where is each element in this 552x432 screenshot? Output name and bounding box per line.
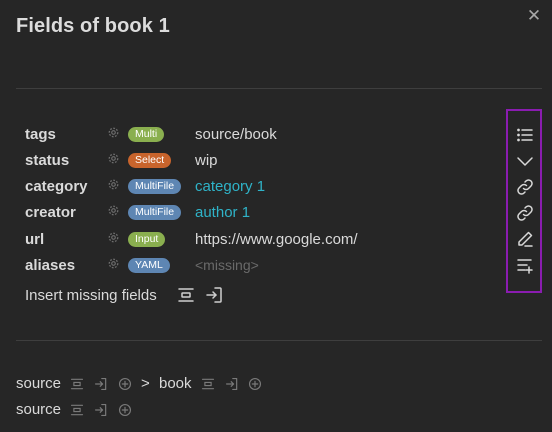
gear-icon[interactable] (107, 126, 120, 139)
field-type-badge: Multi (128, 127, 165, 142)
field-row-status: status Select wip (25, 150, 495, 172)
insert-sign-in-icon[interactable] (225, 377, 239, 391)
field-value-missing: <missing> (195, 257, 259, 273)
field-name: creator (25, 204, 76, 221)
field-row-aliases: aliases YAML <missing> (25, 255, 495, 277)
field-value[interactable]: https://www.google.com/ (195, 231, 358, 248)
pencil-icon[interactable] (516, 230, 534, 248)
field-type-badge: MultiFile (128, 205, 182, 220)
divider (16, 340, 542, 341)
field-type-badge: YAML (128, 258, 170, 273)
insert-missing-label: Insert missing fields (25, 287, 157, 304)
field-row-category: category MultiFile category 1 (25, 176, 495, 198)
field-value-link[interactable]: author 1 (195, 204, 250, 221)
breadcrumb-item[interactable]: book (159, 375, 192, 392)
insert-sign-in-icon[interactable] (94, 377, 108, 391)
field-name: status (25, 152, 70, 169)
link-icon[interactable] (516, 204, 534, 222)
breadcrumb: source (16, 401, 436, 421)
divider (16, 88, 542, 89)
insert-inline-icon[interactable] (177, 286, 195, 304)
breadcrumb-item[interactable]: source (16, 401, 61, 418)
insert-inline-icon[interactable] (70, 403, 84, 417)
field-value-link[interactable]: category 1 (195, 178, 265, 195)
gear-icon[interactable] (107, 204, 120, 217)
field-row-url: url Input https://www.google.com/ (25, 229, 495, 251)
field-name: tags (25, 126, 56, 143)
modal-title: Fields of book 1 (16, 15, 170, 37)
add-circle-icon[interactable] (248, 377, 262, 391)
field-type-badge: Select (128, 153, 172, 168)
add-circle-icon[interactable] (118, 403, 132, 417)
field-type-badge: MultiFile (128, 179, 182, 194)
field-value[interactable]: wip (195, 152, 218, 169)
chevron-down-icon[interactable] (516, 152, 534, 170)
field-name: url (25, 231, 45, 248)
gear-icon[interactable] (107, 178, 120, 191)
insert-sign-in-icon[interactable] (94, 403, 108, 417)
list-add-icon[interactable] (516, 256, 534, 274)
insert-sign-in-icon[interactable] (205, 286, 223, 304)
gear-icon[interactable] (107, 257, 120, 270)
gear-icon[interactable] (107, 152, 120, 165)
field-row-creator: creator MultiFile author 1 (25, 202, 495, 224)
close-icon[interactable]: ✕ (524, 6, 544, 26)
field-actions-column (506, 109, 542, 293)
fields-modal: Fields of book 1 ✕ tags Multi source/boo… (0, 0, 552, 432)
field-name: category (25, 178, 88, 195)
breadcrumb: source > book (16, 375, 436, 395)
field-type-badge: Input (128, 232, 166, 247)
insert-inline-icon[interactable] (201, 377, 215, 391)
field-value[interactable]: source/book (195, 126, 277, 143)
gear-icon[interactable] (107, 231, 120, 244)
link-icon[interactable] (516, 178, 534, 196)
list-icon[interactable] (516, 126, 534, 144)
breadcrumb-separator: > (141, 375, 150, 392)
breadcrumb-item[interactable]: source (16, 375, 61, 392)
field-row-tags: tags Multi source/book (25, 124, 495, 146)
insert-inline-icon[interactable] (70, 377, 84, 391)
field-name: aliases (25, 257, 76, 274)
add-circle-icon[interactable] (118, 377, 132, 391)
